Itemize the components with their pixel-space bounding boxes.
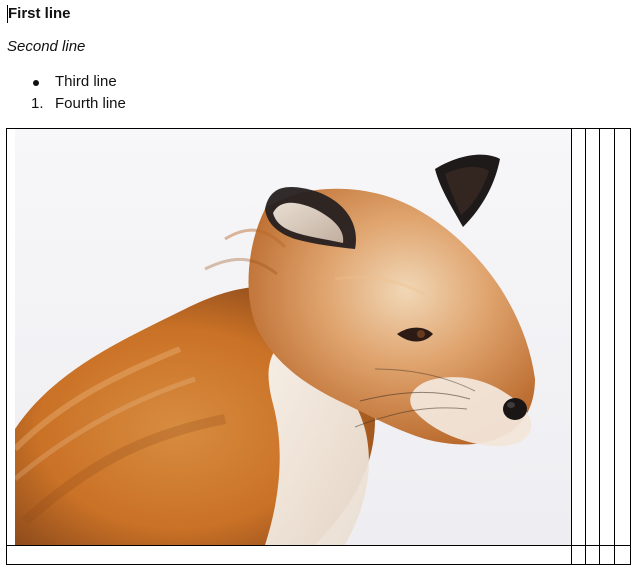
table-vertical-line-1 xyxy=(571,129,572,564)
document-canvas[interactable]: First line Second line Third line 1. Fou… xyxy=(0,0,641,578)
table-vertical-line-2 xyxy=(585,129,586,564)
table-vertical-line-4 xyxy=(614,129,615,564)
numbered-list-item-text[interactable]: Fourth line xyxy=(55,95,126,113)
numbered-marker: 1. xyxy=(31,95,44,112)
second-line-paragraph[interactable]: Second line xyxy=(7,38,85,56)
first-line-paragraph[interactable]: First line xyxy=(8,5,71,23)
fox-photo-image[interactable] xyxy=(15,129,571,545)
bullet-dot-icon xyxy=(33,80,39,86)
bullet-list-item-text[interactable]: Third line xyxy=(55,73,117,91)
table-horizontal-line xyxy=(7,545,630,546)
document-table[interactable] xyxy=(6,128,631,565)
bullet-marker xyxy=(31,73,49,91)
table-vertical-line-3 xyxy=(599,129,600,564)
fox-photo-icon xyxy=(15,129,571,545)
